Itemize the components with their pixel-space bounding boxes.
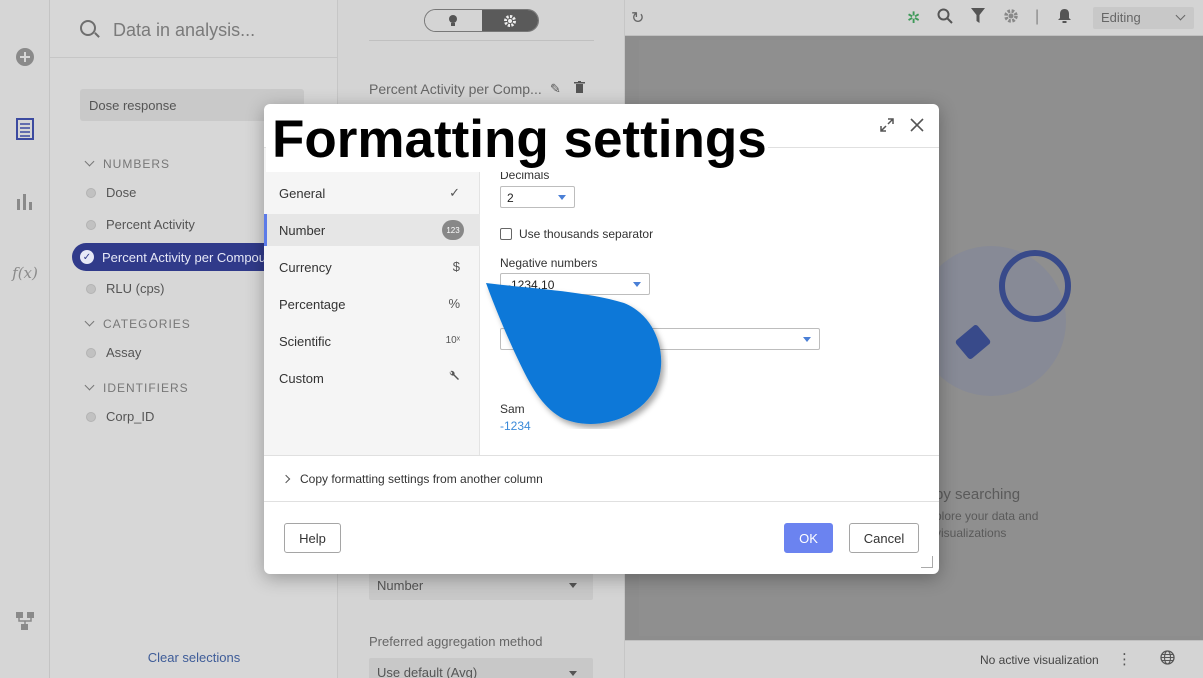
refresh-icon[interactable]: ↻ bbox=[631, 8, 644, 28]
check-icon: ✓ bbox=[449, 185, 460, 200]
status-text: No active visualization bbox=[980, 653, 1099, 667]
edit-icon[interactable]: ✎ bbox=[550, 81, 561, 97]
chevron-down-icon bbox=[1175, 10, 1186, 21]
lightbulb-icon[interactable] bbox=[425, 10, 482, 31]
more-icon[interactable]: ⋮ bbox=[1117, 650, 1132, 668]
filter-icon[interactable] bbox=[971, 8, 985, 29]
gear-icon[interactable] bbox=[481, 10, 538, 31]
chevron-down-icon bbox=[84, 156, 95, 167]
column-dot-icon bbox=[86, 411, 96, 422]
column-item-percent-activity[interactable]: Percent Activity bbox=[86, 217, 195, 232]
dropdown-arrow-icon bbox=[803, 337, 811, 342]
nav-scientific[interactable]: Scientific 10ˣ bbox=[264, 325, 480, 357]
wrench-icon bbox=[448, 370, 460, 385]
expand-icon[interactable] bbox=[880, 116, 894, 137]
column-dot-icon bbox=[86, 283, 96, 294]
search-placeholder: Data in analysis... bbox=[113, 20, 256, 40]
decimals-select[interactable]: 2 bbox=[500, 186, 575, 208]
panel-mode-toggle[interactable] bbox=[424, 9, 539, 32]
magnifier-illustration-icon bbox=[999, 250, 1071, 322]
delete-icon[interactable] bbox=[574, 81, 585, 96]
divider: | bbox=[1035, 8, 1040, 25]
search-icon[interactable] bbox=[937, 8, 953, 29]
percent-icon: % bbox=[448, 296, 460, 311]
format-category-nav: General ✓ Number 123 Currency $ Percentage%… bbox=[264, 148, 480, 455]
dropdown-arrow-icon bbox=[558, 195, 566, 200]
nav-number[interactable]: Number 123 bbox=[264, 214, 480, 246]
search-icon bbox=[80, 20, 96, 36]
caption-overlay: Formatting settings bbox=[266, 108, 768, 172]
cancel-button[interactable]: Cancel bbox=[849, 523, 919, 553]
visualizations-icon[interactable] bbox=[13, 189, 37, 213]
empty-state-title: by searching bbox=[935, 486, 1021, 503]
dropdown-arrow-icon bbox=[569, 583, 577, 588]
expression-icon[interactable]: f(x) bbox=[12, 261, 38, 285]
dropdown-arrow-icon bbox=[569, 671, 577, 676]
notifications-icon[interactable] bbox=[1057, 8, 1072, 29]
column-dot-icon bbox=[86, 347, 96, 358]
column-dot-icon bbox=[86, 187, 96, 198]
dollar-icon: $ bbox=[452, 259, 460, 274]
top-toolbar: ↻ ✲ | Editing bbox=[625, 0, 1203, 36]
resize-grip-icon[interactable] bbox=[921, 556, 933, 568]
gear-icon[interactable] bbox=[1003, 8, 1019, 29]
column-item-assay[interactable]: Assay bbox=[86, 345, 141, 360]
negative-numbers-label: Negative numbers bbox=[500, 256, 598, 270]
column-item-rlu[interactable]: RLU (cps) bbox=[86, 281, 165, 296]
clear-selections-link[interactable]: Clear selections bbox=[50, 640, 338, 678]
column-dot-icon bbox=[86, 219, 96, 230]
column-title: Percent Activity per Comp... bbox=[369, 81, 542, 97]
globe-icon[interactable] bbox=[1160, 650, 1175, 669]
data-canvas-icon[interactable] bbox=[13, 609, 37, 633]
nav-general[interactable]: General ✓ bbox=[264, 177, 480, 209]
category-identifiers[interactable]: IDENTIFIERS bbox=[84, 380, 189, 395]
close-icon[interactable] bbox=[910, 116, 924, 137]
chevron-right-icon bbox=[281, 474, 291, 484]
recommendations-icon[interactable]: ✲ bbox=[907, 8, 920, 28]
empty-state-text: plore your data and visualizations bbox=[935, 509, 1039, 540]
number-badge-icon: 123 bbox=[442, 220, 464, 240]
left-icon-bar: f(x) bbox=[0, 0, 50, 678]
category-categories[interactable]: CATEGORIES bbox=[84, 316, 191, 331]
column-item-dose[interactable]: Dose bbox=[86, 185, 136, 200]
category-numbers[interactable]: NUMBERS bbox=[84, 156, 170, 171]
chevron-down-icon bbox=[84, 316, 95, 327]
data-panel-footer: Clear selections bbox=[50, 640, 338, 678]
status-bar: No active visualization ⋮ bbox=[625, 640, 1203, 678]
exponent-icon: 10ˣ bbox=[445, 335, 460, 346]
copy-settings-expander[interactable]: Copy formatting settings from another co… bbox=[264, 455, 939, 502]
nav-currency[interactable]: Currency $ bbox=[264, 251, 480, 283]
mode-select[interactable]: Editing bbox=[1093, 7, 1194, 29]
data-type-select[interactable]: Number bbox=[369, 570, 593, 600]
add-icon[interactable] bbox=[13, 45, 37, 69]
ok-button[interactable]: OK bbox=[784, 523, 833, 553]
thousands-separator-checkbox[interactable] bbox=[500, 228, 512, 240]
data-search-box[interactable]: Data in analysis... bbox=[50, 0, 338, 58]
nav-custom[interactable]: Custom bbox=[264, 362, 480, 394]
check-icon: ✓ bbox=[80, 250, 94, 264]
nav-percentage[interactable]: Percentage% bbox=[264, 288, 480, 320]
aggregation-label: Preferred aggregation method bbox=[369, 634, 543, 649]
aggregation-select[interactable]: Use default (Avg) bbox=[369, 658, 593, 678]
callout-pointer-shape bbox=[486, 283, 662, 424]
help-button[interactable]: Help bbox=[284, 523, 341, 553]
chevron-down-icon bbox=[84, 380, 95, 391]
column-item-corp-id[interactable]: Corp_ID bbox=[86, 409, 154, 424]
thousands-separator-option[interactable]: Use thousands separator bbox=[500, 227, 653, 241]
divider bbox=[369, 40, 594, 41]
data-table-icon[interactable] bbox=[13, 117, 37, 141]
